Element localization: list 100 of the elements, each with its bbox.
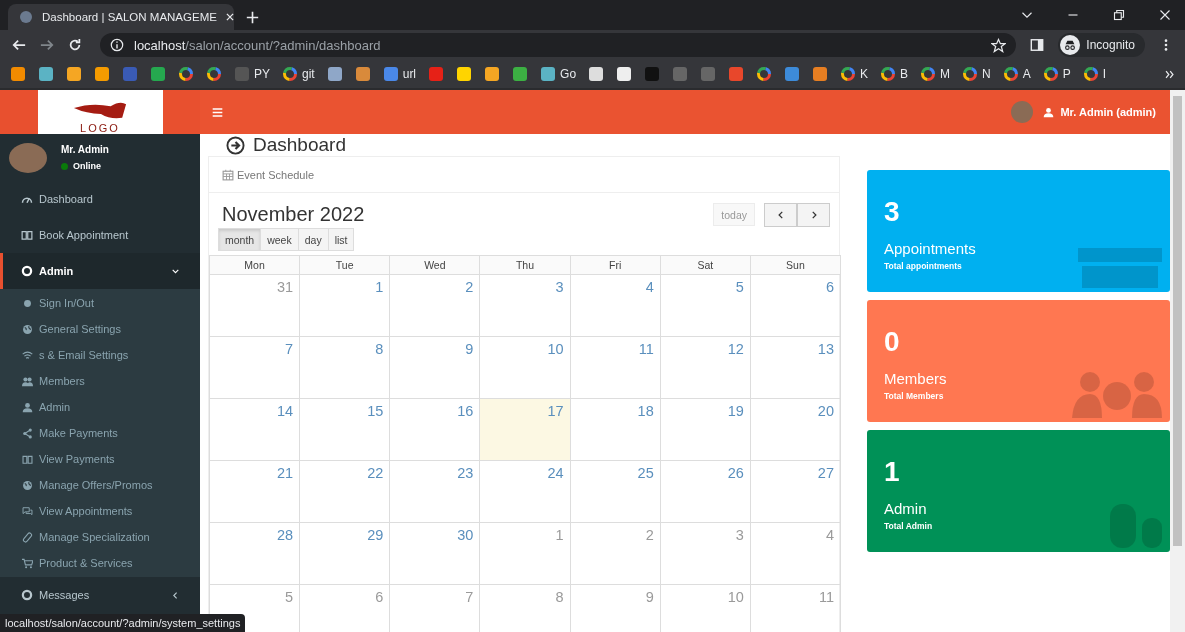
bookmark[interactable] <box>66 66 82 82</box>
day-number[interactable]: 28 <box>277 527 294 543</box>
day-number[interactable]: 30 <box>457 527 474 543</box>
submenu-item[interactable]: View Appointments <box>0 498 200 524</box>
day-number[interactable]: 17 <box>547 403 564 419</box>
day-number[interactable]: 16 <box>457 403 474 419</box>
submenu-item[interactable]: General Settings <box>0 316 200 342</box>
submenu-item[interactable]: Sign In/Out <box>0 290 200 316</box>
day-number[interactable]: 11 <box>638 341 654 357</box>
bookmark[interactable]: url <box>382 66 417 82</box>
day-number[interactable]: 25 <box>637 465 654 481</box>
bookmark[interactable]: git <box>282 66 315 82</box>
submenu-item[interactable]: Manage Specialization <box>0 524 200 550</box>
day-number[interactable]: 1 <box>375 279 384 295</box>
day-number[interactable]: 8 <box>555 589 564 605</box>
bookmark[interactable] <box>178 66 194 82</box>
view-button[interactable]: day <box>297 228 329 251</box>
day-number[interactable]: 8 <box>375 341 384 357</box>
bookmark[interactable] <box>812 66 829 82</box>
day-number[interactable]: 31 <box>277 279 294 295</box>
day-number[interactable]: 2 <box>465 279 474 295</box>
bookmark[interactable] <box>484 66 501 82</box>
submenu-item[interactable]: Make Payments <box>0 420 200 446</box>
bookmark[interactable]: M <box>920 66 951 82</box>
view-button[interactable]: list <box>327 228 355 251</box>
day-number[interactable]: 18 <box>637 403 654 419</box>
address-bar[interactable]: localhost/salon/account/?admin/dashboard <box>100 33 1017 57</box>
menu-item[interactable]: Book Appointment <box>0 217 200 253</box>
day-number[interactable]: 10 <box>547 341 564 357</box>
bookmark[interactable] <box>38 66 54 82</box>
day-number[interactable]: 21 <box>277 465 294 481</box>
submenu-item[interactable]: Manage Offers/Promos <box>0 472 200 498</box>
bookmark[interactable] <box>94 66 110 82</box>
bookmark[interactable]: A <box>1002 66 1031 82</box>
day-number[interactable]: 6 <box>375 589 384 605</box>
day-number[interactable]: 29 <box>367 527 384 543</box>
star-icon[interactable] <box>991 37 1007 53</box>
bookmark[interactable]: PY <box>234 66 270 82</box>
double-chevron-icon[interactable] <box>1164 68 1175 80</box>
browser-tab[interactable]: Dashboard | SALON MANAGEME <box>8 4 234 30</box>
day-number[interactable]: 19 <box>727 403 744 419</box>
bookmark[interactable] <box>756 66 773 82</box>
day-number[interactable]: 27 <box>817 465 834 481</box>
bookmark[interactable] <box>456 66 473 82</box>
day-number[interactable]: 4 <box>825 527 834 543</box>
submenu-item[interactable]: s & Email Settings <box>0 342 200 368</box>
day-number[interactable]: 20 <box>817 403 834 419</box>
bookmark[interactable]: B <box>880 66 909 82</box>
bookmark[interactable] <box>206 66 222 82</box>
day-number[interactable]: 13 <box>817 341 834 357</box>
day-number[interactable]: 2 <box>645 527 654 543</box>
close-icon[interactable] <box>224 12 235 22</box>
scrollbar[interactable] <box>1170 90 1185 632</box>
plus-icon[interactable] <box>246 11 259 24</box>
submenu-item[interactable]: Product & Services <box>0 550 200 576</box>
day-number[interactable]: 15 <box>367 403 384 419</box>
bookmark[interactable] <box>588 66 605 82</box>
day-number[interactable]: 5 <box>735 279 744 295</box>
close-icon[interactable] <box>1159 9 1171 21</box>
bookmark[interactable]: I <box>1082 66 1107 82</box>
bookmark[interactable] <box>616 66 633 82</box>
submenu-item[interactable]: Members <box>0 368 200 394</box>
day-number[interactable]: 24 <box>547 465 564 481</box>
day-number[interactable]: 22 <box>367 465 384 481</box>
bookmark[interactable]: N <box>962 66 991 82</box>
bookmark[interactable]: K <box>840 66 869 82</box>
restore-icon[interactable] <box>1113 9 1125 21</box>
day-number[interactable]: 7 <box>465 589 474 605</box>
menu-item[interactable]: Admin <box>0 253 200 289</box>
day-number[interactable]: 12 <box>727 341 744 357</box>
day-number[interactable]: 26 <box>727 465 744 481</box>
bookmark[interactable] <box>326 66 343 82</box>
day-number[interactable]: 11 <box>818 589 834 605</box>
bookmark[interactable]: P <box>1042 66 1071 82</box>
bookmark[interactable] <box>10 66 26 82</box>
day-number[interactable]: 9 <box>645 589 654 605</box>
back-arrow-icon[interactable] <box>12 38 26 52</box>
view-button[interactable]: week <box>260 228 299 251</box>
day-number[interactable]: 4 <box>645 279 654 295</box>
day-number[interactable]: 3 <box>735 527 744 543</box>
bookmark[interactable] <box>512 66 529 82</box>
day-number[interactable]: 3 <box>555 279 564 295</box>
view-button[interactable]: month <box>218 228 262 251</box>
day-number[interactable]: 6 <box>825 279 834 295</box>
day-number[interactable]: 23 <box>457 465 474 481</box>
bookmark[interactable]: Go <box>540 66 577 82</box>
day-number[interactable]: 14 <box>277 403 294 419</box>
day-number[interactable]: 5 <box>285 589 294 605</box>
day-number[interactable]: 7 <box>285 341 294 357</box>
reload-icon[interactable] <box>68 38 82 52</box>
day-number[interactable]: 10 <box>727 589 744 605</box>
submenu-item[interactable]: View Payments <box>0 446 200 472</box>
day-number[interactable]: 1 <box>555 527 564 543</box>
submenu-item[interactable]: Admin <box>0 394 200 420</box>
day-number[interactable]: 9 <box>465 341 474 357</box>
bookmark[interactable] <box>354 66 371 82</box>
side-panel-icon[interactable] <box>1030 38 1045 52</box>
menu-item[interactable]: Dashboard <box>0 181 200 217</box>
menu-item[interactable]: Messages <box>0 577 200 613</box>
profile-button[interactable]: Incognito <box>1058 33 1145 57</box>
